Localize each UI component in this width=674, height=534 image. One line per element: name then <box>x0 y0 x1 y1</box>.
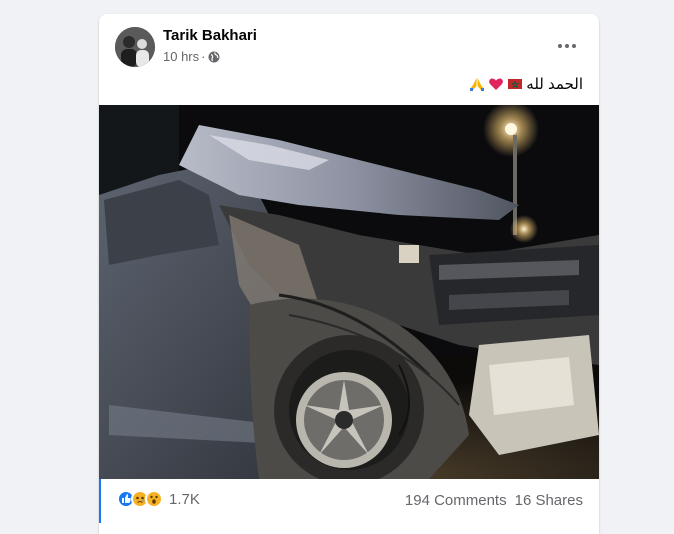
post-card: Tarik Bakhari 10 hrs · الحمد لله 1.7K 19… <box>99 14 599 534</box>
pray-icon <box>469 77 485 91</box>
post-stats: 194 Comments 16 Shares <box>405 492 583 509</box>
reaction-count[interactable]: 1.7K <box>169 491 200 508</box>
author-name[interactable]: Tarik Bakhari <box>163 27 257 44</box>
more-options-button[interactable] <box>549 32 585 60</box>
post-time[interactable]: 10 hrs <box>163 49 199 64</box>
comments-count[interactable]: 194 Comments <box>405 492 507 509</box>
heart-icon <box>488 77 504 91</box>
reactions-summary[interactable]: 1.7K <box>117 490 200 508</box>
flag-icon <box>507 77 523 91</box>
wow-icon <box>145 490 163 508</box>
post-caption: الحمد لله <box>469 75 583 93</box>
shares-count[interactable]: 16 Shares <box>515 492 583 509</box>
more-icon <box>558 44 576 48</box>
post-footer: 1.7K 194 Comments 16 Shares <box>99 479 599 523</box>
post-photo[interactable] <box>99 105 599 479</box>
caption-text: الحمد لله <box>526 76 583 93</box>
meta-separator: · <box>201 49 206 64</box>
post-header: Tarik Bakhari 10 hrs · <box>99 14 599 74</box>
globe-icon[interactable] <box>208 51 220 63</box>
author-avatar[interactable] <box>115 27 155 67</box>
wrecked-car-image <box>99 105 599 479</box>
post-meta: 10 hrs · <box>163 49 220 64</box>
